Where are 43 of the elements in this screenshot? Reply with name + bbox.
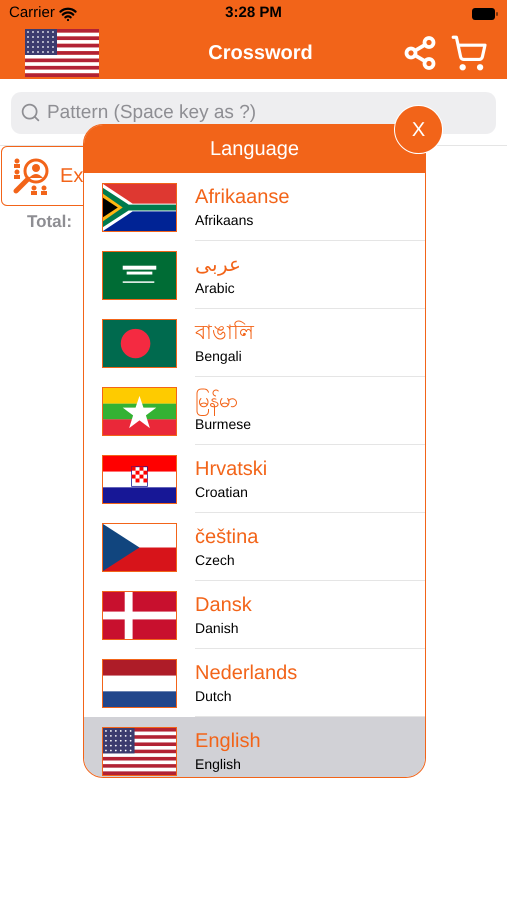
status-time: 3:28 PM — [225, 3, 282, 24]
cart-button[interactable] — [450, 34, 488, 72]
language-name: English — [195, 729, 262, 754]
language-english-name: Arabic — [195, 278, 236, 298]
language-english-name: Bengali — [195, 346, 243, 366]
wifi-icon — [58, 4, 77, 22]
language-english-name: Burmese — [195, 416, 252, 434]
language-name: عربى — [195, 252, 242, 278]
language-name: မြန်မာ — [195, 388, 425, 414]
card-label: Ex — [60, 164, 84, 189]
flag-icon — [102, 658, 177, 708]
flag-icon — [102, 454, 177, 504]
language-english-name: Afrikaans — [195, 210, 254, 230]
language-name: Afrikaanse — [195, 184, 290, 210]
language-name: Nederlands — [195, 660, 298, 686]
language-english-name: Croatian — [195, 482, 249, 502]
app-title: Crossword — [208, 41, 313, 66]
cart-icon — [450, 34, 488, 72]
carrier-label: Carrier — [9, 3, 55, 24]
flag-icon — [102, 590, 177, 640]
battery-icon — [472, 8, 498, 20]
flag-icon — [102, 250, 177, 300]
flag-icon — [102, 522, 177, 572]
language-english-name: Danish — [195, 618, 240, 638]
flag-icon — [102, 726, 177, 776]
total-label: Total: — [27, 211, 72, 233]
flag-icon — [102, 182, 177, 232]
language-name: čeština — [195, 524, 260, 550]
flag-icon — [102, 386, 177, 436]
flag-icon — [102, 318, 177, 368]
flag-icon — [25, 29, 99, 77]
share-icon — [402, 35, 438, 71]
share-button[interactable] — [402, 35, 438, 71]
language-name: বাঙালি — [195, 320, 256, 346]
flag-button[interactable] — [25, 29, 99, 77]
search-icon — [20, 102, 41, 123]
language-english-name: English — [195, 755, 242, 774]
language-english-name: Dutch — [195, 686, 233, 706]
dialog-title: Language — [210, 137, 299, 162]
language-english-name: Czech — [195, 550, 236, 570]
language-name: Hrvatski — [195, 456, 268, 482]
language-row[interactable]: English English — [84, 717, 425, 777]
language-name: Dansk — [195, 592, 253, 618]
